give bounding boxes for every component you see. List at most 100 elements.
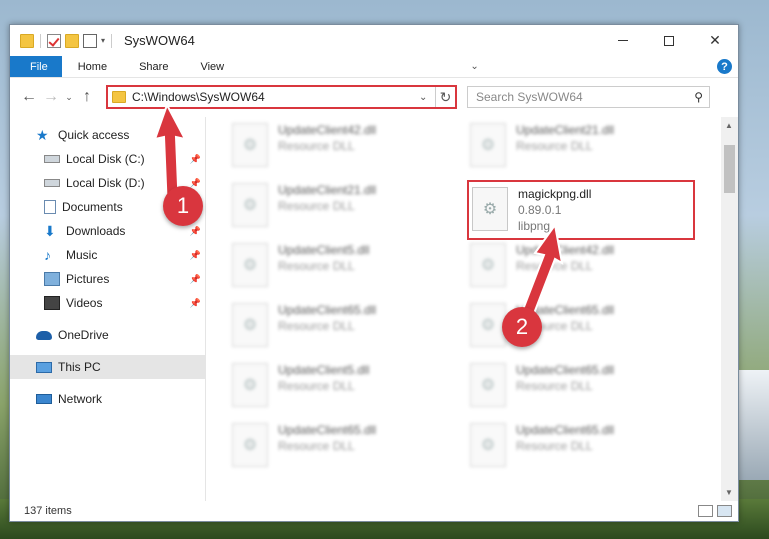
- close-button[interactable]: ✕: [692, 25, 738, 56]
- file-item[interactable]: ⚙ UpdateClient5.dll Resource DLL: [232, 361, 464, 413]
- nav-local-disk-c[interactable]: Local Disk (C:) 📌: [10, 147, 205, 171]
- nav-videos[interactable]: Videos 📌: [10, 291, 205, 315]
- nav-network[interactable]: Network: [10, 387, 205, 411]
- ribbon-tabs: File Home Share View ⌄ ?: [10, 56, 738, 78]
- folder-icon: [112, 91, 126, 103]
- file-name: UpdateClient42.dll: [278, 123, 377, 137]
- quick-access-toolbar: ▾: [10, 33, 114, 48]
- file-description: libpng: [518, 219, 551, 233]
- dll-file-icon: ⚙: [232, 183, 268, 227]
- dll-file-icon: ⚙: [232, 243, 268, 287]
- dll-file-icon: ⚙: [232, 123, 268, 167]
- scroll-down-icon[interactable]: ▼: [725, 488, 733, 497]
- pin-icon[interactable]: 📌: [190, 178, 201, 189]
- scrollbar-thumb[interactable]: [724, 145, 735, 193]
- file-item[interactable]: ⚙ UpdateClient21.dll Resource DLL: [232, 181, 464, 233]
- search-icon[interactable]: ⚲: [694, 90, 703, 104]
- address-path[interactable]: C:\Windows\SysWOW64: [132, 90, 419, 104]
- address-bar[interactable]: C:\Windows\SysWOW64 ⌄ ↻: [106, 85, 457, 109]
- file-description: Resource DLL: [278, 199, 355, 213]
- file-name: UpdateClient65.dll: [278, 303, 377, 317]
- minimize-button[interactable]: [600, 25, 646, 56]
- nav-pictures[interactable]: Pictures 📌: [10, 267, 205, 291]
- maximize-icon: [664, 35, 674, 46]
- dll-file-icon: ⚙: [470, 303, 506, 347]
- nav-label: This PC: [58, 360, 101, 374]
- pin-icon[interactable]: 📌: [190, 154, 201, 165]
- main-area: ★ Quick access Local Disk (C:) 📌 Local D…: [10, 117, 738, 501]
- file-name: UpdateClient21.dll: [278, 183, 377, 197]
- nav-this-pc[interactable]: This PC: [10, 355, 205, 379]
- help-icon: ?: [716, 59, 732, 74]
- customize-dropdown-icon[interactable]: ▾: [101, 36, 105, 45]
- search-input[interactable]: Search SysWOW64 ⚲: [467, 86, 710, 108]
- properties-icon[interactable]: [47, 33, 61, 48]
- view-icon[interactable]: [83, 33, 97, 48]
- pin-icon[interactable]: 📌: [190, 298, 201, 309]
- refresh-icon[interactable]: ↻: [435, 87, 455, 107]
- back-button[interactable]: ←: [18, 88, 40, 106]
- file-description: Resource DLL: [278, 439, 355, 453]
- forward-button[interactable]: →: [40, 88, 62, 106]
- file-item-magickpng[interactable]: ⚙ magickpng.dll 0.89.0.1 libpng: [467, 180, 695, 240]
- file-name: UpdateClient5.dll: [278, 243, 370, 257]
- nav-label: Documents: [62, 200, 123, 214]
- file-item[interactable]: ⚙ UpdateClient5.dll Resource DLL: [232, 241, 464, 293]
- up-button[interactable]: ↑: [76, 88, 98, 106]
- cloud-icon: [36, 330, 52, 340]
- file-item[interactable]: ⚙ UpdateClient65.dll Resource DLL: [470, 361, 702, 413]
- dll-file-icon: ⚙: [470, 243, 506, 287]
- nav-label: Local Disk (D:): [66, 176, 145, 190]
- nav-label: Videos: [66, 296, 103, 310]
- recent-locations-icon[interactable]: ⌄: [62, 92, 76, 103]
- file-description: Resource DLL: [516, 139, 593, 153]
- nav-quick-access[interactable]: ★ Quick access: [10, 123, 205, 147]
- scroll-up-icon[interactable]: ▲: [725, 121, 733, 130]
- dll-file-icon: ⚙: [470, 363, 506, 407]
- pin-icon[interactable]: 📌: [190, 226, 201, 237]
- nav-onedrive[interactable]: OneDrive: [10, 323, 205, 347]
- file-name: UpdateClient5.dll: [278, 363, 370, 377]
- file-item[interactable]: ⚙ UpdateClient42.dll Resource DLL: [232, 121, 464, 173]
- star-icon: ★: [36, 127, 49, 143]
- file-item[interactable]: ⚙ UpdateClient65.dll Resource DLL: [232, 421, 464, 473]
- file-item[interactable]: ⚙ UpdateClient21.dll Resource DLL: [470, 121, 702, 173]
- file-list: ⚙ UpdateClient42.dll Resource DLL ⚙ Updat…: [206, 117, 738, 501]
- address-row: ← → ⌄ ↑ C:\Windows\SysWOW64 ⌄ ↻ Search S…: [10, 78, 738, 116]
- address-dropdown-icon[interactable]: ⌄: [419, 92, 435, 103]
- explorer-window: ▾ SysWOW64 ✕ File Home Share View ⌄ ? ← …: [9, 24, 739, 522]
- new-folder-icon[interactable]: [65, 33, 79, 48]
- file-description: Resource DLL: [516, 259, 593, 273]
- tab-home[interactable]: Home: [62, 56, 123, 77]
- videos-icon: [44, 296, 60, 310]
- dll-file-icon: ⚙: [232, 423, 268, 467]
- help-button[interactable]: ?: [716, 56, 732, 77]
- step-badge-2: 2: [502, 307, 542, 347]
- tab-file[interactable]: File: [10, 56, 62, 77]
- pin-icon[interactable]: 📌: [190, 250, 201, 261]
- large-icons-view-icon[interactable]: [717, 505, 732, 517]
- view-toggle: [698, 505, 732, 517]
- maximize-button[interactable]: [646, 25, 692, 56]
- title-bar: ▾ SysWOW64 ✕: [10, 25, 738, 56]
- nav-music[interactable]: ♪ Music 📌: [10, 243, 205, 267]
- details-view-icon[interactable]: [698, 505, 713, 517]
- file-item[interactable]: ⚙ UpdateClient42.dll Resource DLL: [470, 241, 702, 293]
- status-bar: 137 items: [10, 501, 738, 521]
- drive-icon: [44, 155, 60, 163]
- file-item[interactable]: ⚙ UpdateClient65.dll Resource DLL: [470, 421, 702, 473]
- documents-icon: [44, 200, 56, 214]
- file-item[interactable]: ⚙ UpdateClient65.dll Resource DLL: [232, 301, 464, 353]
- expand-ribbon-icon[interactable]: ⌄: [470, 61, 478, 72]
- file-name: UpdateClient65.dll: [278, 423, 377, 437]
- tab-share[interactable]: Share: [123, 56, 184, 77]
- nav-label: Network: [58, 392, 103, 406]
- separator: [111, 33, 113, 48]
- item-count: 137 items: [24, 505, 72, 517]
- vertical-scrollbar[interactable]: ▲ ▼: [721, 117, 738, 501]
- navigation-pane: ★ Quick access Local Disk (C:) 📌 Local D…: [10, 117, 206, 501]
- tab-view[interactable]: View: [184, 56, 240, 77]
- pin-icon[interactable]: 📌: [190, 274, 201, 285]
- drive-icon: [44, 179, 60, 187]
